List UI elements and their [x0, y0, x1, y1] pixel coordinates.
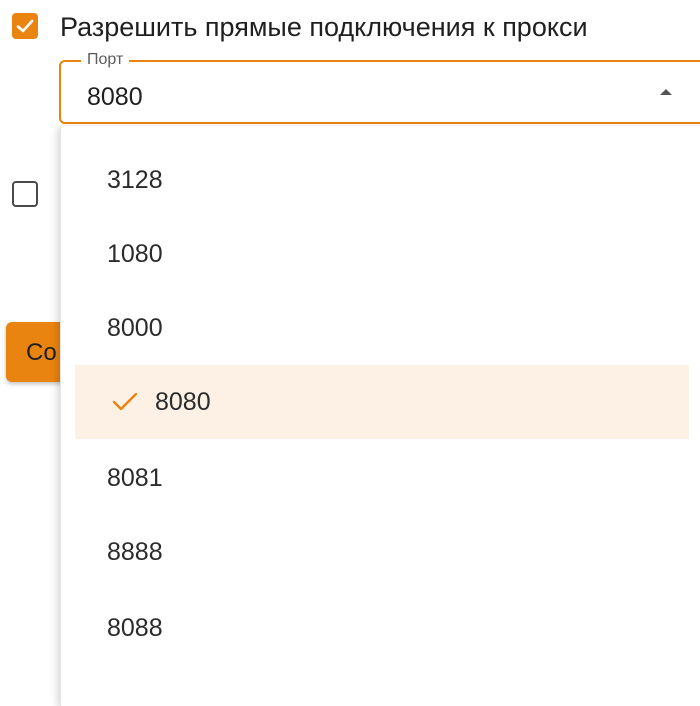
- port-option-label: 8000: [107, 314, 163, 342]
- checkmark-icon: [16, 19, 34, 33]
- arrow-up-icon[interactable]: [660, 89, 672, 95]
- allow-direct-proxy-checkbox[interactable]: [12, 13, 38, 39]
- port-option[interactable]: 8000: [75, 291, 689, 365]
- port-dropdown-menu: 3128 1080 8000 8080 8081 8888 8088: [60, 126, 700, 706]
- port-option[interactable]: 8888: [75, 515, 689, 589]
- port-select-value: 8080: [87, 83, 143, 111]
- port-option-label: 8888: [107, 538, 163, 566]
- option-checkbox[interactable]: [12, 181, 38, 207]
- port-select[interactable]: Порт 8080: [59, 51, 700, 124]
- port-option[interactable]: 1080: [75, 217, 689, 291]
- port-option-label: 8081: [107, 464, 163, 492]
- port-option[interactable]: 8081: [75, 441, 689, 515]
- port-option-label: 1080: [107, 240, 163, 268]
- port-option[interactable]: 3128: [75, 143, 689, 217]
- port-option-label: 3128: [107, 166, 163, 194]
- port-field-label: Порт: [81, 51, 130, 69]
- port-option-label: 8080: [155, 388, 211, 416]
- allow-direct-proxy-label[interactable]: Разрешить прямые подключения к прокси: [60, 10, 588, 44]
- port-option-label: 8088: [107, 614, 163, 642]
- port-option-selected[interactable]: 8080: [75, 365, 689, 439]
- port-option[interactable]: 8088: [75, 591, 689, 665]
- check-icon: [112, 392, 138, 411]
- save-button-label: Co: [26, 339, 57, 366]
